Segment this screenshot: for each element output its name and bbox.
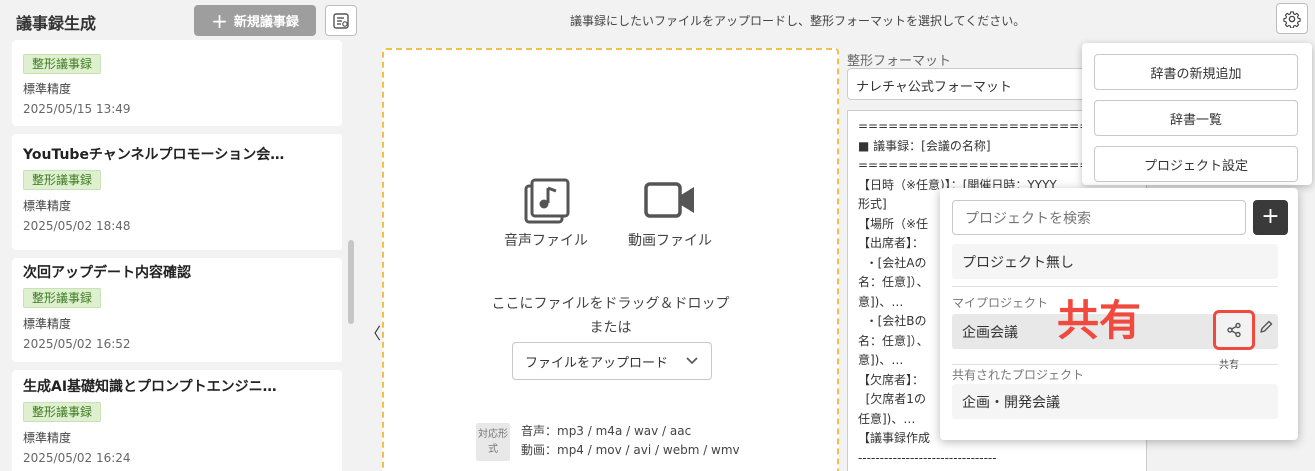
record-title: YouTubeチャンネルプロモーション会… xyxy=(23,147,285,163)
project-search-input[interactable] xyxy=(952,200,1246,235)
record-date: 2025/05/15 13:49 xyxy=(23,102,131,116)
record-card[interactable]: YouTubeチャンネルプロモーション会… 整形議事録 標準精度 2025/05… xyxy=(12,134,342,250)
menu-project-settings[interactable]: プロジェクト設定 xyxy=(1094,146,1298,182)
menu-add-dictionary[interactable]: 辞書の新規追加 xyxy=(1094,54,1298,90)
list-settings-icon xyxy=(333,12,349,29)
chevron-down-icon xyxy=(686,357,698,365)
record-tag: 整形議事録 xyxy=(23,170,102,190)
record-accuracy: 標準精度 xyxy=(23,431,72,445)
instruction-text: 議事録にしたいファイルをアップロードし、整形フォーマットを選択してください。 xyxy=(570,14,1026,28)
video-file-block: 動画ファイル xyxy=(628,180,712,250)
video-formats: 動画：mp4 / mov / avi / webm / wmv xyxy=(521,443,740,457)
record-card[interactable]: 次回アップデート内容確認 整形議事録 標準精度 2025/05/02 16:52 xyxy=(12,258,342,362)
shared-project-item[interactable]: 企画・開発会議 xyxy=(952,384,1278,419)
record-title: 次回アップデート内容確認 xyxy=(23,265,191,281)
upload-dropzone[interactable]: 音声ファイル 動画ファイル ここにファイルをドラッグ＆ドロップ または ファイル… xyxy=(382,48,839,471)
audio-file-icon xyxy=(524,178,570,224)
app-title: 議事録生成 xyxy=(16,14,97,33)
records-panel: 整形議事録 標準精度 2025/05/15 13:49 YouTubeチャンネル… xyxy=(0,40,358,471)
shared-projects-label: 共有されたプロジェクト xyxy=(952,368,1085,382)
record-date: 2025/05/02 16:52 xyxy=(23,337,131,351)
share-annotation: 共有 xyxy=(1057,296,1142,345)
records-scrollbar[interactable] xyxy=(348,240,354,324)
record-title: 生成AI基礎知識とプロンプトエンジニ… xyxy=(23,379,277,395)
supported-formats-tag: 対応形式 xyxy=(476,423,510,461)
audio-file-label: 音声ファイル xyxy=(504,233,588,249)
record-accuracy: 標準精度 xyxy=(23,199,72,213)
drop-line-1: ここにファイルをドラッグ＆ドロップ xyxy=(491,296,730,312)
record-card[interactable]: 生成AI基礎知識とプロンプトエンジニ… 整形議事録 標準精度 2025/05/0… xyxy=(12,370,342,471)
share-button[interactable] xyxy=(1213,310,1255,350)
menu-dictionary-list[interactable]: 辞書一覧 xyxy=(1094,100,1298,136)
new-minutes-button[interactable]: + 新規議事録 xyxy=(194,5,316,36)
plus-icon: + xyxy=(211,8,228,33)
file-upload-select[interactable]: ファイルをアップロード xyxy=(512,342,712,380)
project-name: 企画会議 xyxy=(962,325,1018,341)
settings-menu: 辞書の新規追加 辞書一覧 プロジェクト設定 xyxy=(1082,43,1312,185)
add-project-button[interactable]: + xyxy=(1253,200,1288,235)
gear-icon xyxy=(1283,10,1301,28)
format-label: 整形フォーマット xyxy=(847,54,952,69)
record-date: 2025/05/02 16:24 xyxy=(23,451,131,465)
divider xyxy=(952,286,1278,287)
edit-icon[interactable] xyxy=(1258,319,1274,335)
preview-line: -------------------------------- xyxy=(858,450,997,465)
collapse-panel-arrow[interactable]: 〈 xyxy=(365,320,381,344)
audio-file-block: 音声ファイル xyxy=(504,178,588,250)
video-camera-icon xyxy=(644,182,694,218)
record-tag: 整形議事録 xyxy=(23,54,102,74)
format-select[interactable]: ナレチャ公式フォーマット xyxy=(847,68,1097,100)
project-name: 企画・開発会議 xyxy=(962,395,1060,411)
video-file-label: 動画ファイル xyxy=(628,233,712,249)
header: 議事録生成 + 新規議事録 議事録にしたいファイルをアップロードし、整形フォーマ… xyxy=(0,0,1315,40)
record-tag: 整形議事録 xyxy=(23,402,102,422)
audio-formats: 音声：mp3 / m4a / wav / aac xyxy=(521,424,692,438)
record-date: 2025/05/02 18:48 xyxy=(23,219,131,233)
supported-formats: 音声：mp3 / m4a / wav / aac 動画：mp4 / mov / … xyxy=(521,422,740,460)
record-card[interactable]: 整形議事録 標準精度 2025/05/15 13:49 xyxy=(12,40,342,126)
record-accuracy: 標準精度 xyxy=(23,82,72,96)
settings-button[interactable] xyxy=(1276,3,1308,34)
record-accuracy: 標準精度 xyxy=(23,317,72,331)
new-minutes-label: 新規議事録 xyxy=(233,15,299,30)
file-upload-label: ファイルをアップロード xyxy=(525,355,669,371)
record-tag: 整形議事録 xyxy=(23,288,102,308)
drop-line-2: または xyxy=(589,320,632,336)
share-icon xyxy=(1227,322,1241,338)
no-project-option[interactable]: プロジェクト無し xyxy=(952,244,1278,279)
my-projects-label: マイプロジェクト xyxy=(952,296,1049,310)
list-settings-button[interactable] xyxy=(325,5,357,36)
drop-instruction: ここにファイルをドラッグ＆ドロップ または xyxy=(384,292,837,340)
divider xyxy=(952,364,1278,365)
